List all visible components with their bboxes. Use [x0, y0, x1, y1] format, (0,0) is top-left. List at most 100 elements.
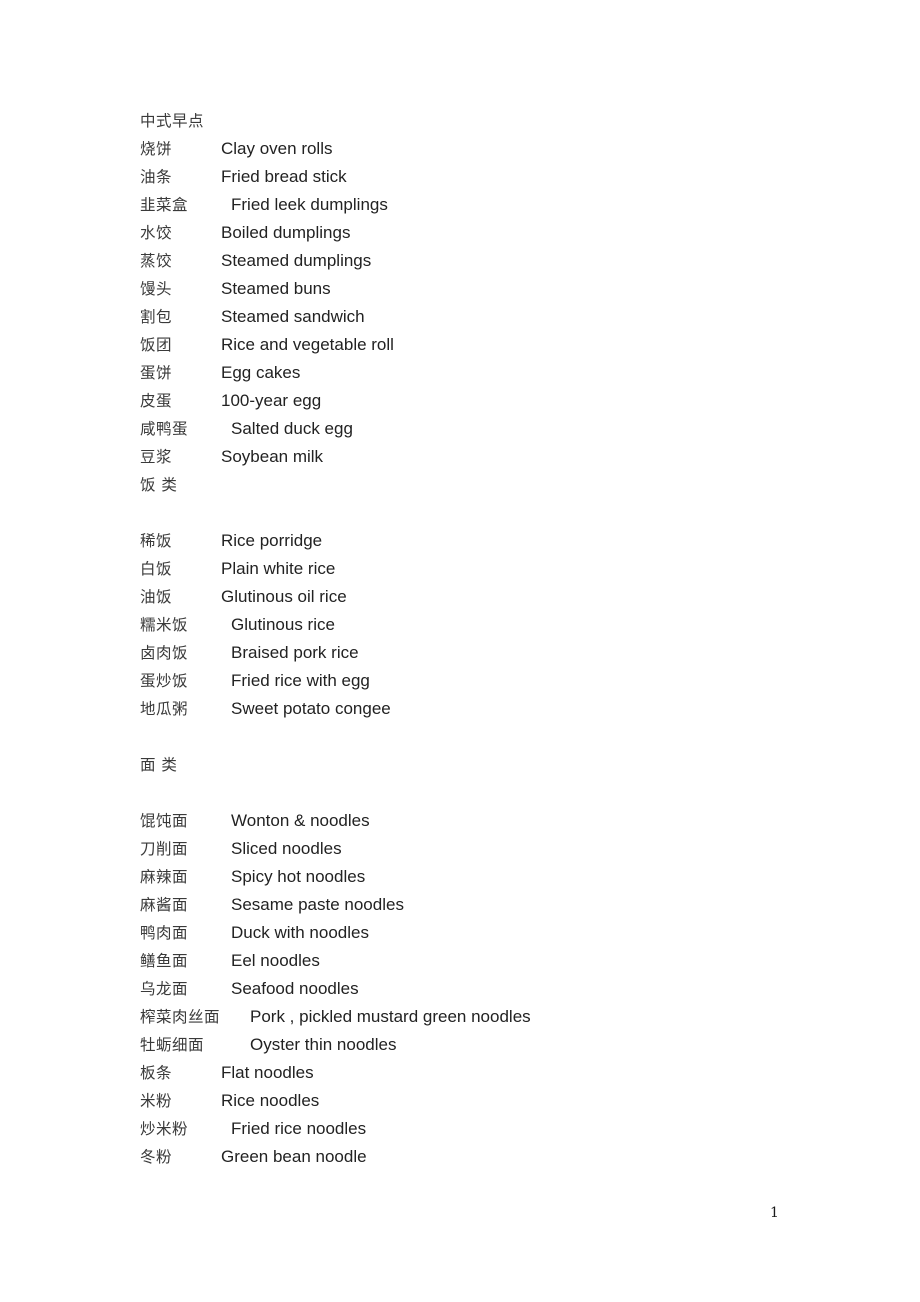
glossary-row: 油条 Fried bread stick: [140, 163, 840, 191]
term-english: Fried rice noodles: [231, 1119, 367, 1138]
term-english: Duck with noodles: [231, 923, 369, 942]
glossary-row: 水饺 Boiled dumplings: [140, 219, 840, 247]
document-page: 中式早点烧饼 Clay oven rolls 油条 Fried bread stick…: [0, 0, 920, 1302]
glossary-row: 咸鸭蛋 Salted duck egg: [140, 415, 840, 443]
glossary-row: 皮蛋 100-year egg: [140, 387, 840, 415]
term-chinese: 韭菜盒: [140, 196, 189, 214]
term-english: Seafood noodles: [231, 979, 359, 998]
glossary-row: 豆浆 Soybean milk: [140, 443, 840, 471]
term-english: 100-year egg: [221, 391, 322, 410]
term-chinese: 稀饭: [140, 532, 173, 550]
glossary-row: 炒米粉 Fried rice noodles: [140, 1115, 840, 1143]
term-chinese: 蒸饺: [140, 252, 173, 270]
term-chinese: 鳝鱼面: [140, 952, 189, 970]
glossary-row: 鸭肉面 Duck with noodles: [140, 919, 840, 947]
section-heading: 面 类: [140, 756, 178, 774]
glossary-row: 麻辣面 Spicy hot noodles: [140, 863, 840, 891]
term-chinese: 乌龙面: [140, 980, 189, 998]
term-english: Steamed sandwich: [221, 307, 365, 326]
glossary-row: 刀削面 Sliced noodles: [140, 835, 840, 863]
term-chinese: 油饭: [140, 588, 173, 606]
term-chinese: 白饭: [140, 560, 173, 578]
page-number: 1: [770, 1205, 779, 1221]
term-chinese: 烧饼: [140, 140, 173, 158]
term-english: Salted duck egg: [231, 419, 353, 438]
term-english: Plain white rice: [221, 559, 336, 578]
term-chinese: 割包: [140, 308, 173, 326]
term-english: Wonton & noodles: [231, 811, 370, 830]
term-chinese: 咸鸭蛋: [140, 420, 189, 438]
term-chinese: 馒头: [140, 280, 173, 298]
term-english: Pork , pickled mustard green noodles: [250, 1007, 531, 1026]
term-chinese: 麻酱面: [140, 896, 189, 914]
term-english: Rice porridge: [221, 531, 323, 550]
glossary-row: 饭团 Rice and vegetable roll: [140, 331, 840, 359]
glossary-row: 榨菜肉丝面 Pork , pickled mustard green noodle…: [140, 1003, 840, 1031]
term-chinese: 豆浆: [140, 448, 173, 466]
term-chinese: 牡蛎细面: [140, 1036, 205, 1054]
glossary-row: 蛋饼 Egg cakes: [140, 359, 840, 387]
term-chinese: 油条: [140, 168, 173, 186]
glossary-row: 馒头 Steamed buns: [140, 275, 840, 303]
glossary-row: 烧饼 Clay oven rolls: [140, 135, 840, 163]
term-english: Clay oven rolls: [221, 139, 333, 158]
term-english: Steamed dumplings: [221, 251, 372, 270]
term-english: Fried bread stick: [221, 167, 347, 186]
term-english: Green bean noodle: [221, 1147, 367, 1166]
glossary-row: 鳝鱼面 Eel noodles: [140, 947, 840, 975]
glossary-row: 稀饭 Rice porridge: [140, 527, 840, 555]
glossary-row: 牡蛎细面 Oyster thin noodles: [140, 1031, 840, 1059]
term-english: Glutinous oil rice: [221, 587, 347, 606]
term-english: Fried rice with egg: [231, 671, 370, 690]
term-chinese: 皮蛋: [140, 392, 173, 410]
document-body: 中式早点烧饼 Clay oven rolls 油条 Fried bread stick…: [140, 107, 840, 1171]
term-chinese: 板条: [140, 1064, 173, 1082]
term-english: Fried leek dumplings: [231, 195, 388, 214]
term-chinese: 米粉: [140, 1092, 173, 1110]
term-english: Soybean milk: [221, 447, 324, 466]
term-english: Braised pork rice: [231, 643, 359, 662]
glossary-row: 白饭 Plain white rice: [140, 555, 840, 583]
term-chinese: 榨菜肉丝面: [140, 1008, 221, 1026]
glossary-row: 地瓜粥 Sweet potato congee: [140, 695, 840, 723]
term-chinese: 饭团: [140, 336, 173, 354]
term-chinese: 刀削面: [140, 840, 189, 858]
term-english: Oyster thin noodles: [250, 1035, 397, 1054]
glossary-row: 米粉 Rice noodles: [140, 1087, 840, 1115]
term-chinese: 蛋炒饭: [140, 672, 189, 690]
term-english: Rice noodles: [221, 1091, 320, 1110]
term-english: Sesame paste noodles: [231, 895, 404, 914]
glossary-row: 蒸饺 Steamed dumplings: [140, 247, 840, 275]
term-english: Glutinous rice: [231, 615, 335, 634]
term-english: Spicy hot noodles: [231, 867, 366, 886]
term-chinese: 糯米饭: [140, 616, 189, 634]
term-chinese: 麻辣面: [140, 868, 189, 886]
glossary-row: 乌龙面 Seafood noodles: [140, 975, 840, 1003]
glossary-row: 麻酱面 Sesame paste noodles: [140, 891, 840, 919]
glossary-row: 蛋炒饭 Fried rice with egg: [140, 667, 840, 695]
term-chinese: 地瓜粥: [140, 700, 189, 718]
term-chinese: 炒米粉: [140, 1120, 189, 1138]
term-english: Steamed buns: [221, 279, 331, 298]
glossary-row: 板条 Flat noodles: [140, 1059, 840, 1087]
glossary-row: 糯米饭 Glutinous rice: [140, 611, 840, 639]
term-chinese: 蛋饼: [140, 364, 173, 382]
term-english: Boiled dumplings: [221, 223, 351, 242]
glossary-row: 韭菜盒 Fried leek dumplings: [140, 191, 840, 219]
term-chinese: 冬粉: [140, 1148, 173, 1166]
glossary-row: 冬粉 Green bean noodle: [140, 1143, 840, 1171]
glossary-row: 割包 Steamed sandwich: [140, 303, 840, 331]
term-english: Eel noodles: [231, 951, 320, 970]
section-heading: 中式早点: [140, 112, 205, 130]
term-english: Sliced noodles: [231, 839, 342, 858]
glossary-row: 卤肉饭 Braised pork rice: [140, 639, 840, 667]
term-english: Rice and vegetable roll: [221, 335, 394, 354]
term-chinese: 卤肉饭: [140, 644, 189, 662]
term-english: Egg cakes: [221, 363, 301, 382]
section-heading: 饭 类: [140, 476, 178, 494]
term-english: Flat noodles: [221, 1063, 314, 1082]
term-chinese: 水饺: [140, 224, 173, 242]
